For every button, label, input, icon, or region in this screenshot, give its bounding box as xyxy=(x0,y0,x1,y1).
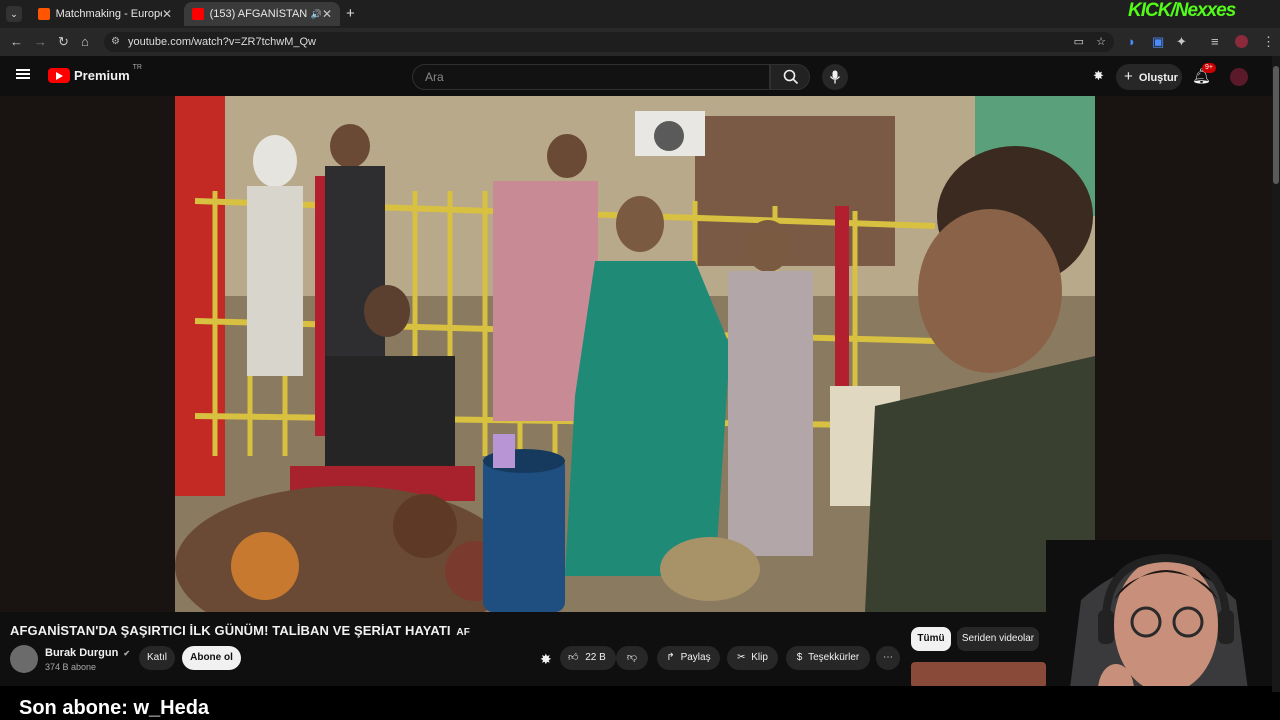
reload-icon[interactable]: ↻ xyxy=(58,34,69,50)
clip-label: Klip xyxy=(751,652,768,663)
stream-brand-logo: KICK/Nexxes xyxy=(1128,0,1236,21)
create-label: Oluştur xyxy=(1138,72,1178,84)
youtube-play-icon xyxy=(48,68,70,83)
video-frame xyxy=(175,96,1095,612)
premium-sparkle-icon[interactable]: ✸ xyxy=(1093,68,1104,84)
notifications-button[interactable]: 🔔︎ 9+ xyxy=(1192,63,1216,86)
last-subscriber-text: Son abone: w_Heda xyxy=(19,697,210,719)
thanks-icon: $ xyxy=(796,652,803,663)
close-icon[interactable]: ✕ xyxy=(322,7,332,21)
url-field[interactable]: ⚙ youtube.com/watch?v=ZR7tchwM_Qw ▭ ☆ xyxy=(104,32,1114,52)
scissors-icon: ✂ xyxy=(737,652,746,663)
back-icon[interactable]: ← xyxy=(10,34,23,49)
channel-avatar[interactable] xyxy=(10,645,38,673)
install-icon[interactable]: ▭ xyxy=(1074,32,1084,52)
dislike-button[interactable]: 👎︎ xyxy=(616,646,648,670)
browser-tab-strip: ⌄ Matchmaking - Europe 5v5 Qu ✕ (153) AF… xyxy=(0,0,1280,28)
plus-icon: + xyxy=(1124,68,1133,85)
clip-button[interactable]: ✂ Klip xyxy=(727,646,778,670)
youtube-header: Premium TR Ara ✸ + Oluştur 🔔︎ 9+ xyxy=(0,56,1280,96)
url-text: youtube.com/watch?v=ZR7tchwM_Qw xyxy=(128,36,316,48)
verified-icon: ✔ xyxy=(123,649,131,658)
more-actions-button[interactable]: ⋯ xyxy=(876,646,900,670)
tab-label: Matchmaking - Europe 5v5 Qu xyxy=(55,8,162,20)
search-icon xyxy=(783,69,799,85)
site-info-icon[interactable]: ⚙ xyxy=(111,32,120,52)
thanks-label: Teşekkürler xyxy=(808,652,860,663)
subscriber-count: 374 B abone xyxy=(45,662,97,672)
new-tab-button[interactable]: + xyxy=(346,5,355,22)
like-count: 22 B xyxy=(585,652,606,663)
tab-list-button[interactable]: ⌄ xyxy=(6,6,22,22)
address-bar: ← → ↻ ⌂ ⚙ youtube.com/watch?v=ZR7tchwM_Q… xyxy=(0,28,1280,56)
close-icon[interactable]: ✕ xyxy=(162,7,172,21)
search-input[interactable]: Ara xyxy=(412,64,770,90)
chip-all[interactable]: Tümü xyxy=(911,627,951,651)
video-title-text: AFGANİSTAN'DA ŞAŞIRTICI İLK GÜNÜM! TALİB… xyxy=(10,623,451,638)
notification-badge: 9+ xyxy=(1202,63,1216,73)
search-button[interactable] xyxy=(770,64,810,90)
subscribe-button[interactable]: Abone ol xyxy=(182,646,241,670)
puzzle-icon[interactable]: ✦ xyxy=(1176,34,1187,50)
youtube-icon xyxy=(192,8,204,20)
join-button[interactable]: Katıl xyxy=(139,646,175,670)
forward-icon[interactable]: → xyxy=(34,34,47,49)
thanks-button[interactable]: $ Teşekkürler xyxy=(786,646,870,670)
account-avatar[interactable] xyxy=(1230,68,1248,86)
home-icon[interactable]: ⌂ xyxy=(81,34,89,49)
more-dots-icon: ⋯ xyxy=(883,652,893,663)
menu-dots-icon[interactable]: ⋮ xyxy=(1262,34,1275,50)
video-player[interactable] xyxy=(0,96,1272,612)
premium-sparkle-icon[interactable]: ✸ xyxy=(540,651,552,668)
create-button[interactable]: + Oluştur xyxy=(1116,64,1182,90)
recommended-thumbnail[interactable] xyxy=(911,662,1046,688)
thumbs-down-icon: 👎︎ xyxy=(626,652,638,663)
bookmark-star-icon[interactable]: ☆ xyxy=(1096,32,1106,52)
logo-text: Premium xyxy=(74,68,130,83)
voice-search-button[interactable] xyxy=(822,64,848,90)
faceit-icon xyxy=(38,8,50,20)
profile-avatar[interactable] xyxy=(1235,35,1248,48)
youtube-logo[interactable]: Premium TR xyxy=(48,64,142,83)
extension-icon[interactable]: ◗ xyxy=(1128,34,1136,49)
playlist-icon[interactable]: ≡ xyxy=(1211,34,1219,49)
tab-label: (153) AFGANİSTAN'DA ŞAŞ xyxy=(209,8,307,20)
like-button[interactable]: 👍︎ 22 B xyxy=(560,646,616,670)
channel-name-text: Burak Durgun xyxy=(45,647,119,659)
share-label: Paylaş xyxy=(680,652,711,663)
region-code: TR xyxy=(132,64,142,71)
share-button[interactable]: ↱ Paylaş xyxy=(657,646,720,670)
channel-name[interactable]: Burak Durgun ✔ xyxy=(45,647,130,659)
microphone-icon xyxy=(829,70,841,84)
video-scene-image xyxy=(175,96,1095,612)
scrollbar-thumb[interactable] xyxy=(1273,66,1279,184)
tab-youtube-video[interactable]: (153) AFGANİSTAN'DA ŞAŞ 🔊 ✕ xyxy=(184,2,340,26)
share-icon: ↱ xyxy=(666,652,675,663)
video-title-tag: AF xyxy=(456,627,470,638)
video-title: AFGANİSTAN'DA ŞAŞIRTICI İLK GÜNÜM! TALİB… xyxy=(10,623,470,638)
chip-series-videos[interactable]: Seriden videolar xyxy=(957,627,1039,651)
translate-icon[interactable]: ▣ xyxy=(1152,34,1164,50)
speaker-icon[interactable]: 🔊 xyxy=(311,9,322,20)
thumbs-up-icon: 👍︎ xyxy=(568,652,579,663)
tab-matchmaking[interactable]: Matchmaking - Europe 5v5 Qu ✕ xyxy=(30,2,180,26)
hamburger-icon[interactable] xyxy=(16,69,30,79)
